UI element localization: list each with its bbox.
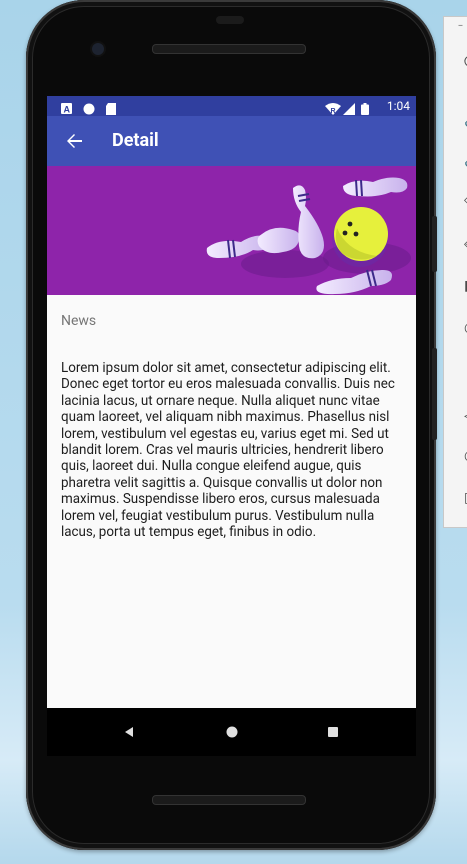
bowling-illustration	[206, 177, 411, 295]
minimize-icon[interactable]: –	[458, 19, 467, 33]
front-camera-icon	[92, 43, 104, 55]
power-button[interactable]	[432, 216, 437, 272]
svg-text:A: A	[64, 105, 71, 115]
status-time: 1:04	[386, 99, 410, 113]
back-triangle-icon	[125, 727, 133, 737]
bowling-pin-5	[316, 269, 392, 295]
nav-back-button[interactable]	[119, 722, 139, 742]
page-title: Detail	[112, 130, 159, 151]
app-bar: Detail	[47, 116, 416, 166]
back-button[interactable]	[57, 124, 91, 158]
status-bar: A R 1:04	[47, 96, 416, 116]
bowling-pin-3	[293, 185, 324, 259]
bowling-pin-4	[343, 177, 408, 197]
bowling-ball	[332, 207, 388, 267]
bowling-pin-2	[257, 227, 300, 254]
article-category: News	[61, 313, 97, 329]
proximity-sensor	[216, 16, 244, 24]
home-circle-icon	[226, 726, 238, 738]
banner-image	[47, 166, 416, 295]
article-body: Lorem ipsum dolor sit amet, consectetur …	[61, 361, 395, 541]
earpiece-speaker	[152, 44, 306, 54]
emulator-toolbar: – ⏻ 🔊 🔉 ◇ ◈ ■ ○ ◁ ○ □	[443, 16, 467, 528]
recents-square-icon	[328, 727, 338, 737]
volume-rocker[interactable]	[432, 348, 437, 440]
device-screen: A R 1:04 Detail News Lorem ipsum dolor s…	[47, 96, 416, 756]
navigation-bar	[47, 708, 416, 756]
nav-recents-button[interactable]	[323, 722, 343, 742]
bottom-speaker	[152, 795, 306, 805]
arrow-back-icon	[67, 134, 82, 148]
svg-text:R: R	[331, 108, 336, 115]
nav-home-button[interactable]	[222, 722, 242, 742]
